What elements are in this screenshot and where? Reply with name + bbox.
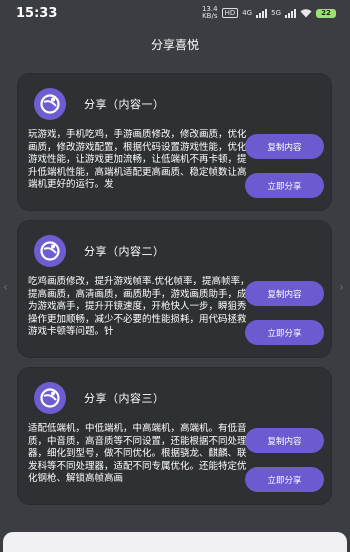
card-content-text: 吃鸡画质修改，提升游戏帧率.优化帧率，提高帧率，提高画质，高清画质，画质助手，游…: [28, 276, 250, 337]
wifi-icon: [300, 8, 312, 17]
card-title: 分享（内容一）: [84, 98, 165, 111]
battery-icon: 22: [316, 8, 336, 18]
copy-content-button[interactable]: 复制内容: [245, 134, 324, 159]
left-arrow-icon[interactable]: ‹: [3, 280, 8, 294]
card-header: 分享（内容三）: [34, 382, 165, 414]
share-card-1: 分享（内容一） 玩游戏，手机吃鸡，手游画质修改，修改画质，优化画质，修改游戏配置…: [18, 74, 331, 210]
card-header: 分享（内容一）: [34, 88, 165, 120]
status-icons: 13.4 KB/s HD 4G 5G 22: [202, 6, 336, 20]
share-now-button[interactable]: 立即分享: [245, 173, 324, 198]
card-content-text: 玩游戏，手机吃鸡，手游画质修改，修改画质，优化画质，修改游戏配置，根据代码设置游…: [28, 129, 247, 190]
share-card-2: 分享（内容二） 吃鸡画质修改，提升游戏帧率.优化帧率，提高帧率，提高画质，高清画…: [18, 221, 331, 357]
app-logo-icon: [34, 88, 66, 120]
copy-content-button[interactable]: 复制内容: [245, 428, 324, 453]
status-bar: 15:33 13.4 KB/s HD 4G 5G 22: [0, 0, 350, 26]
app-logo-icon: [34, 235, 66, 267]
card-title: 分享（内容三）: [84, 392, 165, 405]
network-5g-label: 5G: [271, 9, 281, 17]
signal-icon: [256, 8, 268, 18]
card-header: 分享（内容二）: [34, 235, 165, 267]
net-speed: 13.4 KB/s: [201, 5, 218, 20]
card-content-text: 适配低端机，中低端机，中高端机，高端机。有低音质，中音质，高音质等不同设置，还能…: [28, 423, 247, 484]
share-now-button[interactable]: 立即分享: [245, 320, 324, 345]
right-arrow-icon[interactable]: ›: [339, 280, 344, 294]
network-4g-label: 4G: [242, 9, 253, 17]
card-title: 分享（内容二）: [84, 245, 165, 258]
bottom-sheet-edge: [3, 532, 347, 552]
signal-icon-2: [285, 8, 296, 18]
app-logo-icon: [34, 382, 66, 414]
share-card-3: 分享（内容三） 适配低端机，中低端机，中高端机，高端机。有低音质，中音质，高音质…: [18, 368, 331, 504]
share-now-button[interactable]: 立即分享: [245, 467, 324, 492]
copy-content-button[interactable]: 复制内容: [245, 281, 324, 306]
status-time: 15:33: [16, 5, 58, 21]
page-title: 分享喜悦: [150, 38, 199, 52]
hd-badge: HD: [221, 8, 239, 18]
